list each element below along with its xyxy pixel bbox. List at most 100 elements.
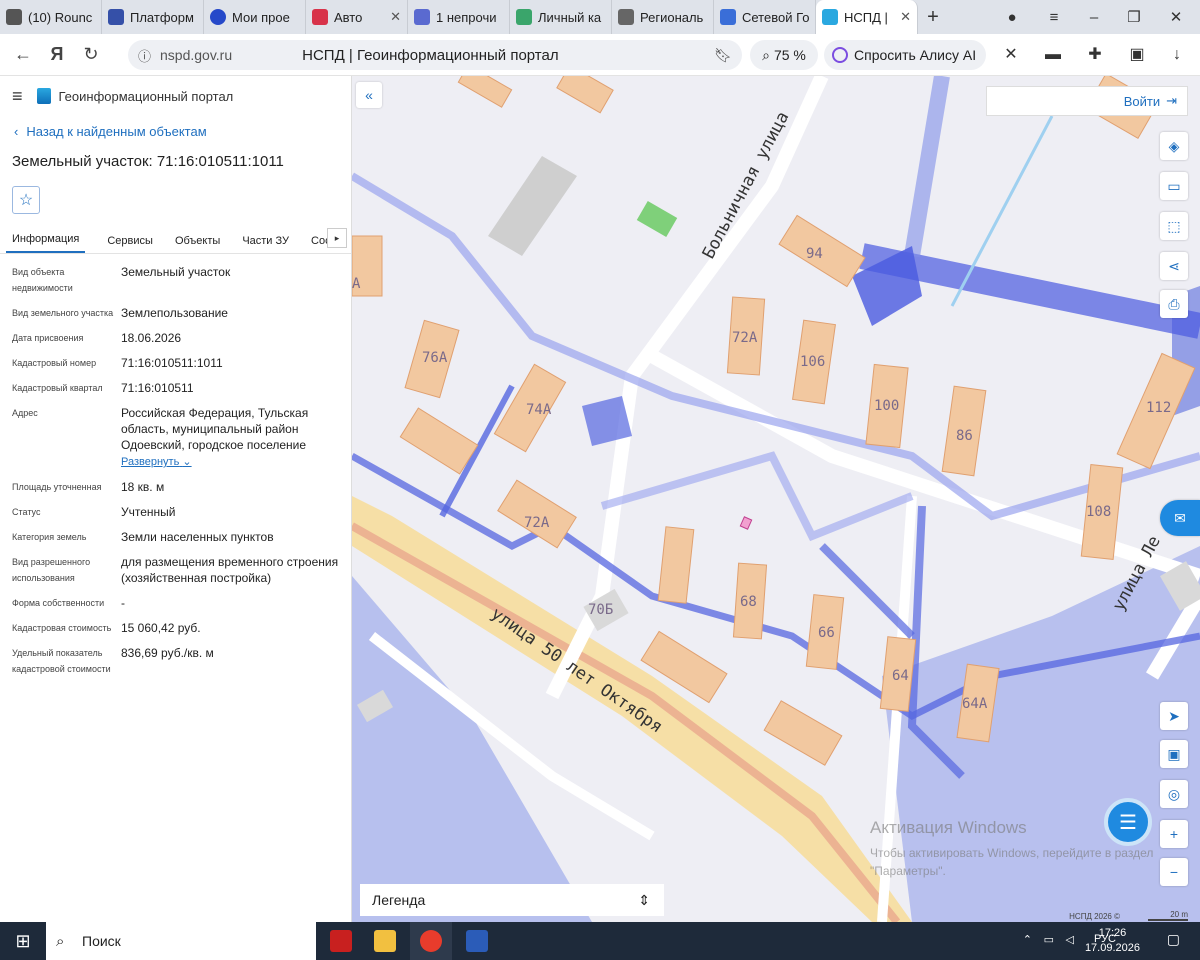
site-info-icon[interactable]: ⓘ [138, 46, 151, 65]
plus-icon: + [1169, 826, 1179, 842]
house-number: 74А [526, 402, 552, 418]
zoom-out-button[interactable]: − [1160, 858, 1188, 886]
select-area-button[interactable]: ⬚ [1160, 212, 1188, 240]
attribute-key: Категория земель [12, 532, 87, 542]
close-icon[interactable]: ✕ [900, 9, 911, 25]
browser-tab[interactable]: Платформ [102, 0, 204, 34]
tab-objects[interactable]: Объекты [175, 235, 220, 253]
collapse-panel-button[interactable]: « [356, 82, 382, 108]
minimap-button[interactable]: ▣ [1160, 740, 1188, 768]
attribute-key: Адрес [12, 408, 38, 418]
file-explorer-icon[interactable] [364, 922, 406, 960]
attribute-value: Учтенный [121, 505, 176, 519]
back-icon[interactable]: ← [6, 44, 40, 65]
clock[interactable]: 17:26 17.09.2026 [1085, 926, 1140, 956]
house-number: 94 [806, 246, 823, 262]
tab-services[interactable]: Сервисы [107, 235, 153, 253]
minimize-icon[interactable]: – [1074, 0, 1114, 34]
house-number: 64 [892, 668, 909, 684]
network-icon[interactable]: ▭ [1044, 933, 1054, 946]
browser-tab[interactable]: Авто ✕ [306, 0, 408, 34]
hamburger-icon[interactable]: ≡ [12, 86, 23, 107]
browser-tab[interactable]: Сетевой Го [714, 0, 816, 34]
attribute-row: Вид объекта недвижимости Земельный участо… [0, 264, 351, 296]
tab-favicon-icon [720, 9, 736, 25]
browser-tab[interactable]: Личный ка [510, 0, 612, 34]
attribute-row: Площадь уточненная 18 кв. м [0, 479, 351, 495]
menu-icon[interactable]: ≡ [1034, 0, 1074, 34]
volume-icon[interactable]: ◁ [1066, 933, 1074, 946]
yandex-browser-icon[interactable] [410, 922, 452, 960]
chat-button[interactable]: ☰ [1104, 798, 1152, 846]
map-view[interactable]: 94 72А 106 100 86 112 76А 74А 72А 108 70… [352, 76, 1200, 922]
house-number: 112 [1146, 400, 1171, 416]
geolocation-button[interactable]: ◎ [1160, 780, 1188, 808]
profile-icon[interactable]: ● [992, 0, 1032, 34]
attribute-value: Российская Федерация, Тульская область, … [121, 406, 309, 452]
tab-information[interactable]: Информация [6, 233, 86, 253]
search-label: Поиск [82, 933, 121, 949]
attribute-key: Вид разрешенного использования [12, 557, 91, 583]
zoom-button[interactable]: ⌕ 75 % [750, 40, 818, 70]
browser-tab-active[interactable]: НСПД | ✕ [816, 0, 918, 34]
attribute-key: Удельный показатель кадастровой стоимост… [12, 648, 111, 674]
download-icon[interactable]: ↓ [1164, 42, 1190, 68]
word-app-icon[interactable] [456, 922, 498, 960]
taskbar-search[interactable]: ⌕ Поиск [46, 922, 316, 960]
new-tab-button[interactable]: + [918, 6, 948, 29]
tab-parts[interactable]: Части ЗУ [242, 235, 289, 253]
browser-tab[interactable]: (10) Rounc [0, 0, 102, 34]
browser-tab[interactable]: Мои прое [204, 0, 306, 34]
notifications-icon[interactable]: ▢ [1167, 931, 1180, 948]
chevron-left-icon: ‹ [14, 124, 19, 139]
print-icon: ⎙ [1168, 295, 1180, 312]
zoom-in-button[interactable]: + [1160, 820, 1188, 848]
house-number: 106 [800, 354, 825, 370]
wallet-icon[interactable]: ▬ [1040, 42, 1066, 68]
close-window-icon[interactable]: ✕ [1156, 0, 1196, 34]
legend-select[interactable]: Легенда ⇕ [360, 884, 664, 916]
attribute-row: Форма собственности - [0, 595, 351, 611]
url-field[interactable]: ⓘ nspd.gov.ru НСПД | Геоинформационный п… [128, 40, 742, 70]
attribute-row: Дата присвоения 18.06.2026 [0, 330, 351, 346]
close-icon[interactable]: ✕ [390, 9, 401, 25]
layers-button[interactable]: ◈ [1160, 132, 1188, 160]
login-icon: ⇥ [1166, 93, 1177, 108]
browser-tab[interactable]: 1 непрочи [408, 0, 510, 34]
restore-icon[interactable]: ❐ [1114, 0, 1154, 34]
house-number: 68 [740, 594, 757, 610]
map-canvas[interactable]: 94 72А 106 100 86 112 76А 74А 72А 108 70… [352, 76, 1200, 922]
zoom-level: 75 % [773, 47, 806, 63]
chevron-up-icon[interactable]: ⌃ [1023, 933, 1032, 946]
select-area-icon: ⬚ [1167, 217, 1181, 234]
share-button[interactable]: ⋖ [1160, 252, 1188, 280]
layers-icon: ◈ [1168, 137, 1180, 154]
reload-icon[interactable]: ↻ [74, 44, 108, 65]
yandex-icon[interactable]: Я [40, 44, 74, 65]
bookmark-icon[interactable]: 🔖︎ [714, 47, 732, 64]
collections-icon[interactable]: ▣ [1124, 42, 1150, 68]
house-number: А [352, 276, 361, 292]
back-to-results-link[interactable]: ‹ Назад к найденным объектам [14, 124, 351, 139]
tab-favicon-icon [822, 9, 838, 25]
map-attribution: НСПД 2026 © [1069, 912, 1120, 921]
browser-tab[interactable]: Региональ [612, 0, 714, 34]
object-info-panel: ≡ Геоинформационный портал ‹ Назад к найд… [0, 76, 352, 922]
measure-button[interactable]: ▭ [1160, 172, 1188, 200]
attribute-key: Кадастровый квартал [12, 383, 103, 393]
windows-start-icon[interactable]: ⊞ [0, 922, 46, 960]
attribute-row: Адрес Российская Федерация, Тульская обла… [0, 405, 351, 470]
favorite-button[interactable]: ☆ [12, 186, 40, 214]
puzzle-icon[interactable]: ✚ [1082, 42, 1108, 68]
attribute-row: Кадастровая стоимость 15 060,42 руб. [0, 620, 351, 636]
locate-button[interactable]: ➤ [1160, 702, 1188, 730]
extension-icon[interactable]: ✕ [998, 42, 1024, 68]
print-button[interactable]: ⎙ [1160, 290, 1188, 318]
pdf-app-icon[interactable] [320, 922, 362, 960]
expand-link[interactable]: Развернуть ⌄ [121, 456, 192, 468]
panel-header: ≡ Геоинформационный портал [0, 76, 351, 116]
login-button[interactable]: Войти ⇥ [986, 86, 1188, 116]
alice-button[interactable]: Спросить Алису AI [824, 40, 986, 70]
chevron-right-icon[interactable]: ▸ [327, 228, 347, 248]
feedback-button[interactable]: ✉ [1160, 500, 1200, 536]
